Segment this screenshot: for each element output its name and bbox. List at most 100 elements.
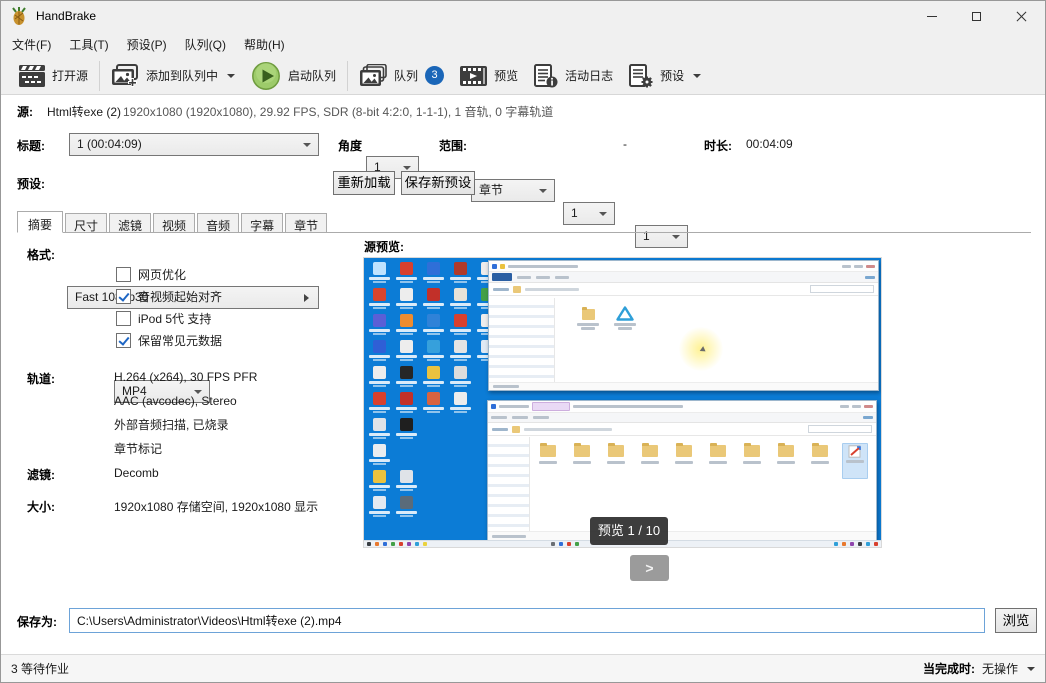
- checkbox-label: iPod 5代 支持: [138, 310, 211, 327]
- tab-字幕[interactable]: 字幕: [241, 213, 283, 232]
- open-source-label: 打开源: [52, 67, 88, 84]
- start-queue-button[interactable]: 启动队列: [243, 59, 344, 93]
- close-button[interactable]: [999, 1, 1044, 31]
- handbrake-window: HandBrake 文件(F)工具(T)预设(P)队列(Q)帮助(H) 打开源: [0, 0, 1046, 683]
- checkbox[interactable]: [116, 289, 131, 304]
- taskbar-icon: [399, 542, 403, 546]
- taskbar-icon: [559, 542, 563, 546]
- preview-label: 预览: [494, 67, 518, 84]
- open-source-button[interactable]: 打开源: [11, 59, 96, 93]
- when-done-select[interactable]: 无操作: [982, 660, 1018, 677]
- title-bar: HandBrake: [1, 1, 1045, 31]
- menu-item[interactable]: 队列(Q): [176, 32, 235, 57]
- checkbox[interactable]: [116, 267, 131, 282]
- desktop-icon: [366, 366, 392, 387]
- tab-音频[interactable]: 音频: [197, 213, 239, 232]
- activity-log-button[interactable]: 活动日志: [526, 59, 621, 93]
- desktop-icon: [447, 340, 473, 361]
- chevron-down-icon: [227, 74, 235, 78]
- taskbar-icon: [415, 542, 419, 546]
- preview-folder-icon: [774, 443, 798, 479]
- filters-value: Decomb: [114, 466, 159, 480]
- checkbox[interactable]: [116, 333, 131, 348]
- range-type-select[interactable]: 章节: [471, 179, 555, 202]
- start-queue-label: 启动队列: [288, 67, 336, 84]
- taskbar-icon: [842, 542, 846, 546]
- checkbox[interactable]: [116, 311, 131, 326]
- desktop-icon: [420, 366, 446, 387]
- option-row: 保留常见元数据: [116, 333, 222, 348]
- reload-preset-button[interactable]: 重新加载: [333, 171, 395, 195]
- tab-摘要[interactable]: 摘要: [17, 211, 63, 233]
- add-to-queue-icon: [111, 64, 139, 88]
- presets-button[interactable]: 预设: [621, 59, 709, 93]
- desktop-icon: [366, 418, 392, 439]
- desktop-icon: [393, 288, 419, 309]
- duration-label: 时长:: [704, 137, 732, 154]
- tracks-list: H.264 (x264), 30 FPS PFRAAC (avcodec), S…: [114, 365, 257, 461]
- desktop-icon: [393, 340, 419, 361]
- cursor-highlight: [679, 327, 723, 371]
- preview-folder-icon: [604, 443, 628, 479]
- preview-folder-icon: [672, 443, 696, 479]
- desktop-icon: [420, 262, 446, 283]
- taskbar-icon: [391, 542, 395, 546]
- range-separator: -: [623, 137, 627, 151]
- desktop-icon: [420, 340, 446, 361]
- tab-滤镜[interactable]: 滤镜: [109, 213, 151, 232]
- save-as-label: 保存为:: [17, 613, 57, 630]
- add-to-queue-button[interactable]: 添加到队列中: [103, 59, 243, 93]
- desktop-icon: [447, 366, 473, 387]
- pending-jobs-status: 3 等待作业: [11, 660, 69, 677]
- tab-章节[interactable]: 章节: [285, 213, 327, 232]
- source-label: 源:: [17, 103, 33, 120]
- preview-folder-row: [536, 443, 872, 479]
- track-line: AAC (avcodec), Stereo: [114, 389, 257, 413]
- preview-folder-icon: [536, 443, 560, 479]
- title-select[interactable]: 1 (00:04:09): [69, 133, 319, 156]
- main-content: 源: Html转exe (2) 1920x1080 (1920x1080), 2…: [1, 95, 1045, 655]
- track-line: 外部音频扫描, 已烧录: [114, 413, 257, 437]
- presets-icon: [629, 64, 653, 88]
- range-type-value: 章节: [479, 183, 503, 197]
- tab-视频[interactable]: 视频: [153, 213, 195, 232]
- play-icon: [251, 61, 281, 91]
- desktop-icon: [366, 288, 392, 309]
- preview-selected-app-icon: [842, 443, 868, 479]
- taskbar-icon: [375, 542, 379, 546]
- option-row: iPod 5代 支持: [116, 311, 222, 326]
- preview-folder-icon: [740, 443, 764, 479]
- desktop-icon: [393, 496, 419, 517]
- browse-button[interactable]: 浏览: [995, 608, 1037, 633]
- minimize-button[interactable]: [909, 1, 954, 31]
- chevron-down-icon[interactable]: [1027, 667, 1035, 671]
- desktop-icon: [420, 314, 446, 335]
- preview-file-icon: [611, 306, 639, 330]
- clapperboard-icon: [19, 65, 45, 87]
- maximize-button[interactable]: [954, 1, 999, 31]
- film-preview-icon: [460, 65, 487, 87]
- menu-item[interactable]: 工具(T): [60, 32, 117, 57]
- toolbar: 打开源 添加到队列中 启动队列: [1, 57, 1045, 95]
- queue-button[interactable]: 队列 3: [351, 59, 452, 93]
- tab-尺寸[interactable]: 尺寸: [65, 213, 107, 232]
- tracks-label: 轨道:: [27, 370, 55, 387]
- menu-item[interactable]: 预设(P): [118, 32, 176, 57]
- toolbar-separator: [99, 61, 100, 91]
- checkbox-label: 音视频起始对齐: [138, 288, 222, 305]
- next-preview-button[interactable]: >: [630, 555, 669, 581]
- angle-label: 角度: [338, 137, 362, 154]
- menu-item[interactable]: 帮助(H): [235, 32, 294, 57]
- menu-item[interactable]: 文件(F): [3, 32, 60, 57]
- desktop-icon: [447, 392, 473, 413]
- preview-button[interactable]: 预览: [452, 59, 526, 93]
- presets-label: 预设: [660, 67, 684, 84]
- desktop-icon: [393, 262, 419, 283]
- desktop-icon: [447, 288, 473, 309]
- save-new-preset-button[interactable]: 保存新预设: [401, 171, 475, 195]
- save-path-input[interactable]: [69, 608, 985, 633]
- size-value: 1920x1080 存储空间, 1920x1080 显示: [114, 498, 318, 515]
- source-preview-image: [364, 258, 881, 547]
- range-label: 范围:: [439, 137, 467, 154]
- track-line: H.264 (x264), 30 FPS PFR: [114, 365, 257, 389]
